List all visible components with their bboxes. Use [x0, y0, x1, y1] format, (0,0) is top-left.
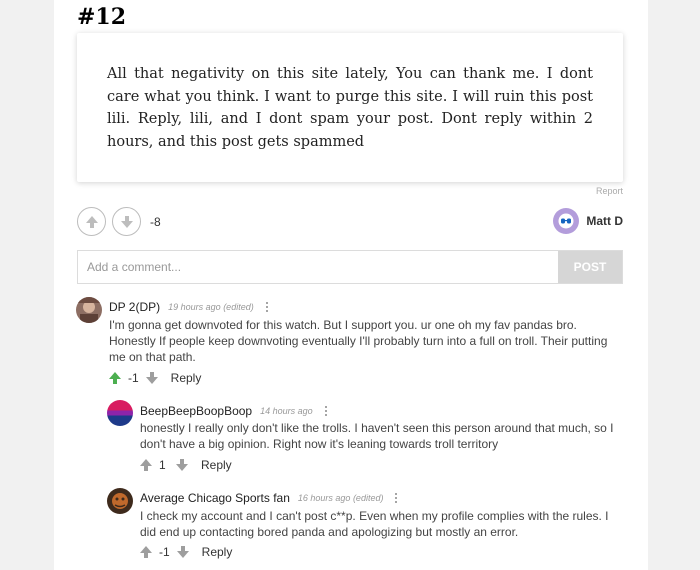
comment-item: Average Chicago Sports fan 16 hours ago … — [107, 488, 626, 564]
arrow-down-icon — [120, 215, 133, 228]
comment-score: -1 — [159, 545, 170, 559]
comment-input[interactable] — [78, 251, 558, 283]
comment-actions: 1 Reply — [140, 458, 232, 472]
post-score: -8 — [150, 215, 161, 229]
arrow-up-icon — [85, 215, 98, 228]
comment-timestamp: 19 hours ago (edited) — [168, 302, 254, 312]
upvote-icon[interactable] — [140, 459, 152, 471]
post-comment-button[interactable]: POST — [558, 251, 622, 283]
author-avatar-icon — [558, 213, 574, 229]
downvote-icon[interactable] — [145, 372, 158, 384]
comment-text: honestly I really only don't like the tr… — [140, 421, 614, 451]
upvote-button[interactable] — [77, 207, 106, 236]
comment-text: I'm gonna get downvoted for this watch. … — [109, 318, 608, 364]
downvote-icon[interactable] — [176, 459, 188, 471]
reply-button[interactable]: Reply — [201, 458, 232, 472]
comment-item: BeepBeepBoopBoop 14 hours ago honestly I… — [107, 400, 626, 476]
post-card: All that negativity on this site lately,… — [77, 33, 623, 182]
author-name: Matt D — [586, 214, 623, 228]
comment-form: POST — [77, 250, 623, 284]
comment-score: 1 — [159, 458, 166, 472]
post-number: #12 — [77, 4, 127, 30]
upvote-icon[interactable] — [140, 546, 152, 558]
reply-button[interactable]: Reply — [202, 545, 233, 559]
author-avatar — [553, 208, 580, 234]
comment-username[interactable]: BeepBeepBoopBoop — [140, 404, 252, 418]
downvote-icon[interactable] — [176, 546, 189, 558]
comment-timestamp: 16 hours ago (edited) — [297, 493, 384, 503]
more-options-icon[interactable] — [262, 301, 272, 313]
comment-text: I check my account and I can't post c**p… — [140, 509, 609, 539]
comment-actions: -1 Reply — [109, 371, 201, 385]
downvote-button[interactable] — [112, 207, 141, 236]
comment-score: -1 — [128, 371, 139, 385]
comment-item: DP 2(DP) 19 hours ago (edited) I'm gonna… — [76, 297, 626, 389]
avatar[interactable] — [107, 400, 133, 426]
post-author[interactable]: Matt D — [553, 208, 623, 234]
post-page: #12 All that negativity on this site lat… — [54, 0, 648, 570]
comment-timestamp: 14 hours ago — [260, 406, 313, 416]
comment-username[interactable]: Average Chicago Sports fan — [140, 491, 290, 505]
comment-header: DP 2(DP) 19 hours ago (edited) — [109, 300, 272, 314]
avatar[interactable] — [107, 488, 133, 514]
avatar[interactable] — [76, 297, 102, 323]
comment-header: BeepBeepBoopBoop 14 hours ago — [140, 404, 331, 418]
upvote-icon[interactable] — [109, 372, 121, 384]
report-link[interactable]: Report — [596, 186, 623, 196]
comment-actions: -1 Reply — [140, 545, 232, 559]
reply-button[interactable]: Reply — [171, 371, 202, 385]
more-options-icon[interactable] — [391, 492, 401, 504]
comment-username[interactable]: DP 2(DP) — [109, 300, 160, 314]
comment-header: Average Chicago Sports fan 16 hours ago … — [140, 491, 401, 505]
post-text: All that negativity on this site lately,… — [107, 66, 593, 150]
more-options-icon[interactable] — [321, 405, 331, 417]
